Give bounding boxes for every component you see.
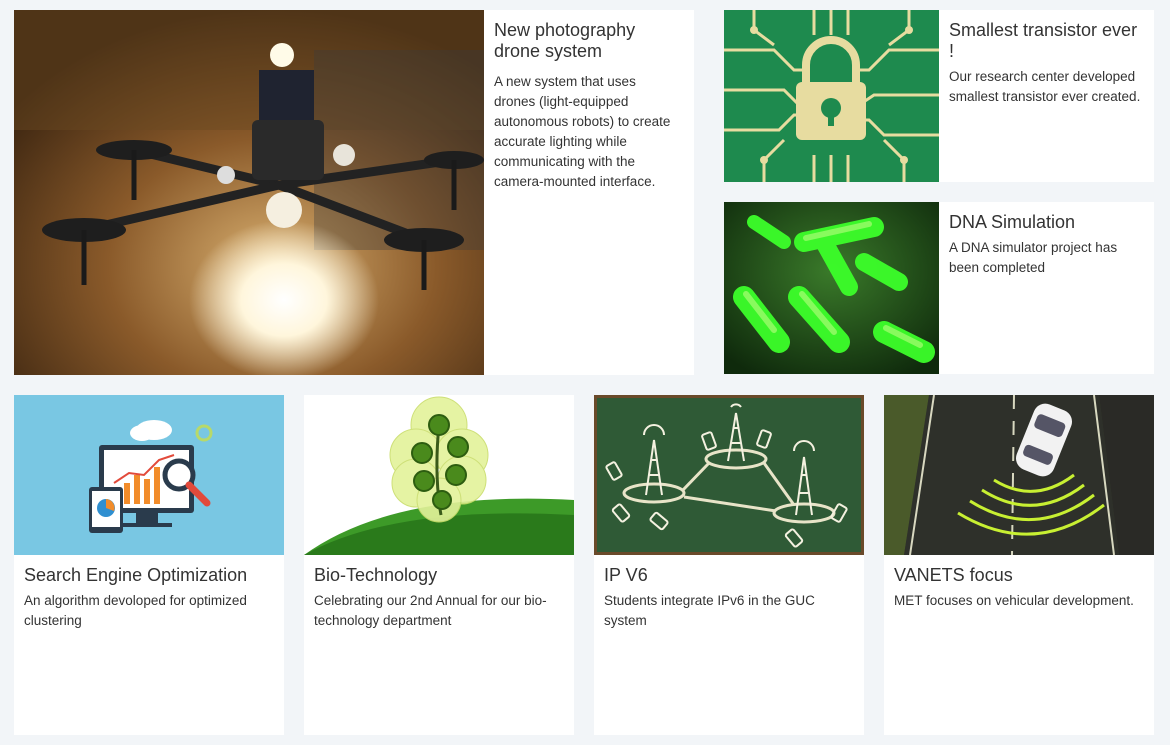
card-title[interactable]: IP V6: [604, 565, 859, 586]
card-description: An algorithm devoloped for optimized clu…: [24, 593, 247, 628]
seo-image[interactable]: [14, 395, 284, 555]
vanets-car-image[interactable]: [884, 395, 1154, 555]
card-title[interactable]: New photography drone system: [494, 20, 674, 62]
news-card-transistor[interactable]: Smallest transistor ever ! Our research …: [724, 10, 1154, 182]
card-description: MET focuses on vehicular development.: [894, 593, 1134, 608]
news-card-vanets[interactable]: VANETS focus MET focuses on vehicular de…: [884, 395, 1154, 735]
card-description: Our research center developed smallest t…: [949, 69, 1141, 104]
card-title[interactable]: Bio-Technology: [314, 565, 569, 586]
news-card-drone[interactable]: New photography drone system A new syste…: [14, 10, 694, 375]
news-card-biotech[interactable]: Bio-Technology Celebrating our 2nd Annua…: [304, 395, 574, 735]
bacteria-image[interactable]: [724, 202, 939, 374]
card-title[interactable]: Search Engine Optimization: [24, 565, 279, 586]
card-description: Students integrate IPv6 in the GUC syste…: [604, 593, 815, 628]
biotech-image[interactable]: [304, 395, 574, 555]
card-description: A DNA simulator project has been complet…: [949, 240, 1118, 275]
card-description: A new system that uses drones (light-equ…: [494, 74, 671, 189]
drone-image[interactable]: [14, 10, 484, 375]
card-description: Celebrating our 2nd Annual for our bio-t…: [314, 593, 547, 628]
news-card-dna[interactable]: DNA Simulation A DNA simulator project h…: [724, 202, 1154, 374]
circuit-lock-image[interactable]: [724, 10, 939, 182]
ipv6-network-image[interactable]: [594, 395, 864, 555]
card-title[interactable]: VANETS focus: [894, 565, 1149, 586]
card-title[interactable]: Smallest transistor ever !: [949, 20, 1139, 62]
news-card-seo[interactable]: Search Engine Optimization An algorithm …: [14, 395, 284, 735]
card-title[interactable]: DNA Simulation: [949, 212, 1139, 233]
news-card-ipv6[interactable]: IP V6 Students integrate IPv6 in the GUC…: [594, 395, 864, 735]
